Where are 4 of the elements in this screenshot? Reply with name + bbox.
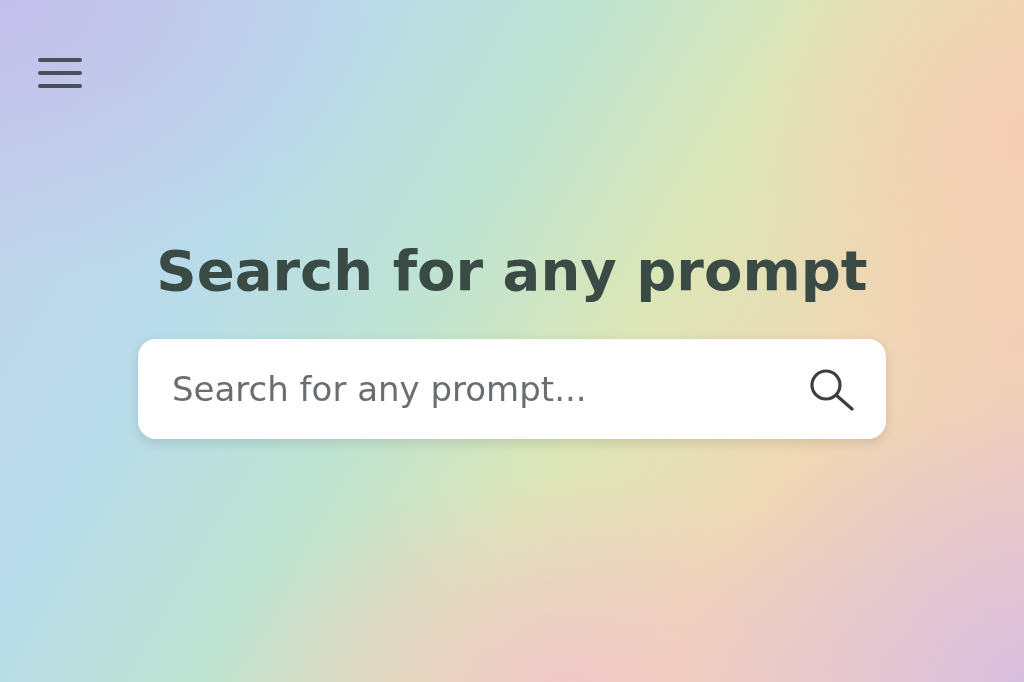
search-field[interactable]: Search for any prompt... bbox=[138, 339, 886, 439]
menu-icon[interactable] bbox=[38, 56, 82, 90]
page-heading: Search for any prompt bbox=[156, 238, 868, 303]
search-icon[interactable] bbox=[808, 367, 856, 411]
